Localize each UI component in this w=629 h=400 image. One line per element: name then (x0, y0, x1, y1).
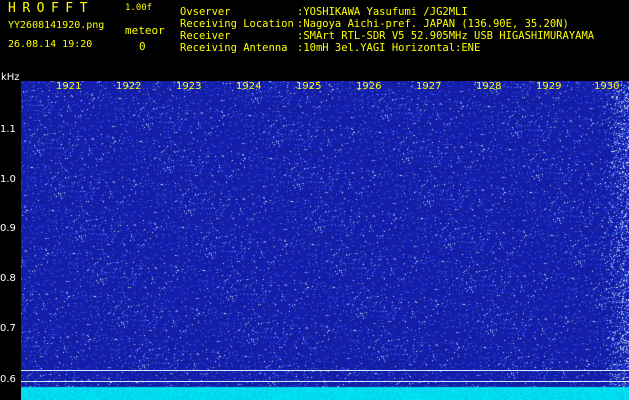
y-axis-unit: kHz (1, 72, 20, 83)
reference-line-upper (21, 370, 629, 371)
reference-line-lower (21, 381, 629, 382)
observer-value: :YOSHIKAWA Yasufumi /JG2MLI (297, 6, 468, 18)
meteor-count: 0 (139, 40, 146, 53)
header-panel: HROFFT 1.00f YY2608141920.png meteor 26.… (0, 0, 629, 72)
app-title: HROFFT (8, 1, 94, 16)
time-mark-1921: 1921 (56, 81, 82, 92)
spectrogram-canvas (21, 81, 629, 400)
y-tick-0-9: 0.9 (0, 223, 16, 234)
y-tick-1-0: 1.0 (0, 174, 16, 185)
time-mark-1929: 1929 (536, 81, 562, 92)
time-mark-1924: 1924 (236, 81, 262, 92)
y-tick-0-6: 0.6 (0, 374, 16, 385)
file-name: YY2608141920.png (8, 20, 105, 31)
y-tick-0-8: 0.8 (0, 273, 16, 284)
meteor-label: meteor (125, 24, 165, 37)
location-label: Receiving Location (180, 18, 294, 30)
time-mark-1928: 1928 (476, 81, 502, 92)
y-tick-1-1: 1.1 (0, 124, 16, 135)
y-tick-0-7: 0.7 (0, 323, 16, 334)
antenna-value: :10mH 3el.YAGI Horizontal:ENE (297, 42, 481, 54)
receiver-value: :SMArt RTL-SDR V5 52.905MHz USB HIGASHIM… (297, 30, 595, 42)
spectrogram (21, 81, 629, 400)
observer-label: Ovserver (180, 6, 231, 18)
time-mark-1926: 1926 (356, 81, 382, 92)
receiver-label: Receiver (180, 30, 231, 42)
time-mark-1930: 1930 (594, 81, 620, 92)
antenna-label: Receiving Antenna (180, 42, 288, 54)
time-mark-1923: 1923 (176, 81, 202, 92)
time-mark-1925: 1925 (296, 81, 322, 92)
time-mark-1922: 1922 (116, 81, 142, 92)
location-value: :Nagoya Aichi-pref. JAPAN (136.90E, 35.2… (297, 18, 569, 30)
app-version: 1.00f (125, 3, 153, 13)
time-mark-1927: 1927 (416, 81, 442, 92)
file-datetime: 26.08.14 19:20 (8, 39, 93, 50)
